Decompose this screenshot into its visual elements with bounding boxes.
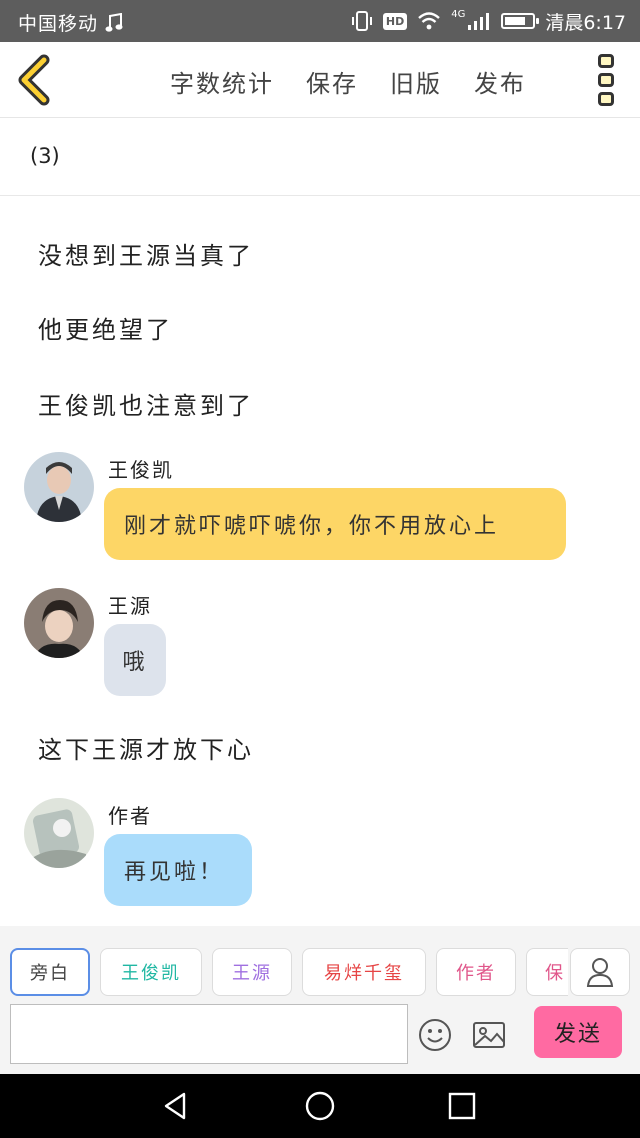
message-speaker: 王俊凯 (108, 458, 174, 482)
message-input[interactable] (10, 1004, 408, 1064)
avatar-author[interactable] (24, 798, 94, 868)
network-type: 4G (451, 8, 466, 20)
signal-icon (468, 13, 490, 30)
message-speaker: 王源 (108, 594, 152, 618)
message-bubble[interactable]: 再见啦！ (104, 834, 252, 906)
carrier-name: 中国移动 (18, 13, 99, 35)
vibrate-icon (351, 11, 372, 31)
role-tab-narrator[interactable]: 旁白 (10, 948, 90, 996)
smiley-icon (419, 1019, 451, 1051)
wifi-icon (418, 12, 441, 30)
add-role-button[interactable] (570, 948, 630, 996)
editor-toolbar: 字数统计 保存 旧版 发布 (0, 42, 640, 118)
back-triangle-icon[interactable] (160, 1090, 192, 1122)
role-selector: 旁白 王俊凯 王源 易烊千玺 作者 保 (0, 946, 568, 998)
narration-line: 王俊凯也注意到了 (38, 392, 254, 420)
role-tab-yi-yangqianxi[interactable]: 易烊千玺 (302, 948, 426, 996)
role-tab-partial[interactable]: 保 (526, 948, 568, 996)
avatar-wang-yuan[interactable] (24, 588, 94, 658)
story-content: 没想到王源当真了 他更绝望了 王俊凯也注意到了 王俊凯 刚才就吓唬吓唬你，你不用… (0, 196, 640, 926)
avatar-image (24, 798, 94, 868)
narration-line: 这下王源才放下心 (38, 736, 254, 764)
recents-square-icon[interactable] (446, 1090, 478, 1122)
role-tab-wang-junkai[interactable]: 王俊凯 (100, 948, 202, 996)
message-bubble[interactable]: 哦 (104, 624, 166, 696)
chapter-title-field[interactable]: (3) (0, 118, 640, 196)
music-note-icon (105, 12, 123, 32)
hd-badge: HD (382, 12, 408, 30)
emoji-button[interactable] (418, 1018, 452, 1052)
avatar-image (24, 452, 94, 522)
chapter-title: (3) (30, 144, 60, 168)
image-button[interactable] (472, 1018, 506, 1052)
toolbar-actions: 字数统计 保存 旧版 发布 (170, 64, 526, 99)
word-count-button[interactable]: 字数统计 (170, 64, 274, 99)
chevron-left-icon (18, 54, 50, 106)
save-button[interactable]: 保存 (306, 64, 358, 99)
carrier-label: 中国移动 (18, 9, 123, 36)
publish-button[interactable]: 发布 (474, 64, 526, 99)
role-tab-wang-yuan[interactable]: 王源 (212, 948, 292, 996)
message-speaker: 作者 (108, 804, 152, 828)
image-icon (473, 1022, 505, 1048)
narration-line: 他更绝望了 (38, 316, 173, 344)
battery-level (505, 17, 526, 25)
more-vertical-icon[interactable] (594, 54, 618, 106)
status-time: 清晨6:17 (545, 11, 626, 34)
back-button[interactable] (12, 54, 62, 106)
send-button[interactable]: 发送 (534, 1006, 622, 1058)
more-dot (598, 54, 614, 68)
avatar-image (24, 588, 94, 658)
more-dot (598, 73, 614, 87)
old-version-button[interactable]: 旧版 (390, 64, 442, 99)
more-dot (598, 92, 614, 106)
composer-panel: 旁白 王俊凯 王源 易烊千玺 作者 保 发送 (0, 926, 640, 1074)
status-bar: 中国移动 HD 4G 清晨6:17 (0, 0, 640, 42)
narration-line: 没想到王源当真了 (38, 242, 254, 270)
system-nav-bar (0, 1074, 640, 1138)
battery-icon (501, 13, 540, 29)
message-bubble[interactable]: 刚才就吓唬吓唬你，你不用放心上 (104, 488, 566, 560)
home-circle-icon[interactable] (304, 1090, 336, 1122)
avatar-wang-junkai[interactable] (24, 452, 94, 522)
role-tab-author[interactable]: 作者 (436, 948, 516, 996)
person-icon (586, 958, 614, 987)
